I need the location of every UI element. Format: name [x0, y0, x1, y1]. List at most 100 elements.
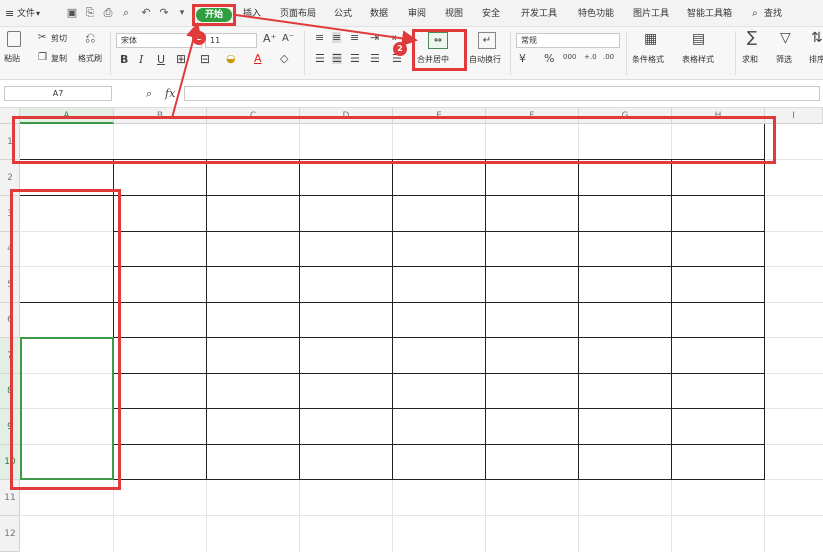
- align-right-icon[interactable]: ☰: [350, 53, 360, 64]
- row-header-12[interactable]: 12: [0, 516, 20, 552]
- decrease-decimal-icon[interactable]: .00: [603, 54, 614, 61]
- worksheet-grid[interactable]: [20, 124, 823, 552]
- tab-picture-tools[interactable]: 图片工具: [633, 6, 669, 22]
- number-format-select[interactable]: 常规: [516, 33, 620, 48]
- sum-icon[interactable]: ∑: [747, 30, 757, 45]
- wrap-text-icon[interactable]: ↵: [478, 32, 496, 49]
- format-painter-button[interactable]: 格式刷: [78, 54, 102, 64]
- print-preview-icon[interactable]: ⌕: [120, 7, 132, 19]
- align-middle-icon[interactable]: ≡: [332, 32, 342, 43]
- formula-bar: A7 ⌕ fx: [0, 80, 823, 108]
- sort-button[interactable]: 排序: [809, 55, 823, 65]
- highlight-home-tab: [192, 4, 236, 26]
- table-style-icon[interactable]: ▤: [692, 32, 705, 46]
- number-format-value: 常规: [521, 36, 537, 45]
- copy-icon[interactable]: ❐: [38, 53, 47, 63]
- shrink-font-icon[interactable]: A⁻: [282, 34, 294, 44]
- search-label[interactable]: 查找: [764, 6, 782, 22]
- font-name-value: 宋体: [121, 36, 137, 45]
- insert-function-icon[interactable]: fx: [165, 88, 175, 99]
- export-pdf-icon[interactable]: ⎘: [84, 7, 96, 19]
- font-color-icon[interactable]: A: [254, 53, 262, 64]
- currency-icon[interactable]: ¥: [519, 53, 526, 64]
- table-border: [764, 124, 765, 480]
- tab-smart-toolbox[interactable]: 智能工具箱: [687, 6, 732, 22]
- tab-review[interactable]: 审阅: [408, 6, 426, 22]
- redo-icon[interactable]: ↷: [158, 7, 170, 19]
- sum-button[interactable]: 求和: [742, 55, 758, 65]
- step-2-badge: 2: [393, 42, 407, 56]
- grow-font-icon[interactable]: A⁺: [263, 33, 276, 44]
- paste-button[interactable]: 粘贴: [4, 54, 20, 64]
- sort-icon[interactable]: ⇅: [811, 31, 823, 45]
- undo-icon[interactable]: ↶: [140, 7, 152, 19]
- cut-button[interactable]: 剪切: [51, 34, 67, 44]
- tab-developer[interactable]: 开发工具: [521, 6, 557, 22]
- table-border: [113, 408, 765, 409]
- table-border: [113, 373, 765, 374]
- tab-data[interactable]: 数据: [370, 6, 388, 22]
- font-size-select[interactable]: 11: [205, 33, 257, 48]
- copy-button[interactable]: 复制: [51, 54, 67, 64]
- tab-security[interactable]: 安全: [482, 6, 500, 22]
- conditional-format-button[interactable]: 条件格式: [632, 55, 664, 65]
- align-top-icon[interactable]: ≡: [315, 32, 324, 43]
- step-1-badge: 1: [192, 31, 206, 45]
- zoom-icon[interactable]: ⌕: [146, 88, 152, 99]
- highlight-merge-center: [412, 29, 467, 71]
- filter-button[interactable]: 筛选: [776, 55, 792, 65]
- save-icon[interactable]: ▣: [66, 7, 78, 19]
- italic-icon[interactable]: I: [139, 54, 143, 65]
- bold-icon[interactable]: B: [120, 54, 128, 65]
- font-size-value: 11: [210, 36, 221, 45]
- tab-formulas[interactable]: 公式: [334, 6, 352, 22]
- menu-icon[interactable]: ≡: [5, 6, 14, 22]
- font-name-select[interactable]: 宋体: [116, 33, 202, 48]
- tab-insert[interactable]: 插入: [243, 6, 261, 22]
- ribbon-divider: [510, 31, 511, 75]
- highlight-column-a: [10, 189, 121, 490]
- align-left-icon[interactable]: ☰: [315, 53, 325, 64]
- cut-icon[interactable]: ✂: [38, 33, 46, 43]
- cell-style-icon[interactable]: ⊟: [200, 53, 210, 65]
- paste-icon[interactable]: [7, 31, 21, 47]
- conditional-format-icon[interactable]: ▦: [644, 32, 657, 46]
- ribbon-divider: [626, 31, 627, 75]
- percent-icon[interactable]: %: [544, 53, 554, 64]
- table-style-button[interactable]: 表格样式: [682, 55, 714, 65]
- fill-color-icon[interactable]: ◒: [226, 53, 236, 64]
- file-menu-arrow-icon[interactable]: ▾: [36, 6, 40, 22]
- tab-special-features[interactable]: 特色功能: [578, 6, 614, 22]
- align-center-icon[interactable]: ☰: [332, 53, 342, 64]
- format-painter-icon[interactable]: ⎌: [85, 32, 95, 45]
- table-border: [578, 159, 579, 480]
- ribbon-divider: [304, 31, 305, 75]
- align-bottom-icon[interactable]: ≡: [350, 32, 359, 43]
- table-border: [392, 159, 393, 480]
- spreadsheet-app: ≡ 文件 ▾ ▣ ⎘ ⎙ ⌕ ↶ ↷ ▾ 开始 插入 页面布局 公式 数据 审阅…: [0, 0, 823, 552]
- table-border: [113, 231, 765, 232]
- customize-toolbar-icon[interactable]: ▾: [176, 7, 188, 19]
- menu-bar: ≡ 文件 ▾ ▣ ⎘ ⎙ ⌕ ↶ ↷ ▾ 开始 插入 页面布局 公式 数据 审阅…: [0, 0, 823, 27]
- name-box[interactable]: A7: [4, 86, 112, 101]
- indent-icon[interactable]: ⇥: [370, 32, 379, 43]
- table-border: [671, 159, 672, 480]
- print-icon[interactable]: ⎙: [102, 7, 114, 19]
- clear-format-icon[interactable]: ◇: [280, 53, 288, 64]
- formula-input[interactable]: [184, 86, 820, 101]
- tab-view[interactable]: 视图: [445, 6, 463, 22]
- table-border: [206, 159, 207, 480]
- table-border: [299, 159, 300, 480]
- increase-decimal-icon[interactable]: +.0: [584, 54, 597, 61]
- file-menu[interactable]: 文件: [17, 6, 35, 22]
- highlight-row-1: [12, 116, 776, 164]
- tab-page-layout[interactable]: 页面布局: [280, 6, 316, 22]
- wrap-text-button[interactable]: 自动换行: [469, 55, 501, 65]
- search-icon[interactable]: ⌕: [752, 6, 758, 22]
- table-border: [485, 159, 486, 480]
- underline-icon[interactable]: U: [157, 54, 165, 65]
- justify-icon[interactable]: ☰: [370, 53, 380, 64]
- filter-icon[interactable]: ▽: [780, 31, 791, 45]
- border-icon[interactable]: ⊞: [176, 53, 186, 65]
- thousands-separator-icon[interactable]: 000: [563, 54, 576, 61]
